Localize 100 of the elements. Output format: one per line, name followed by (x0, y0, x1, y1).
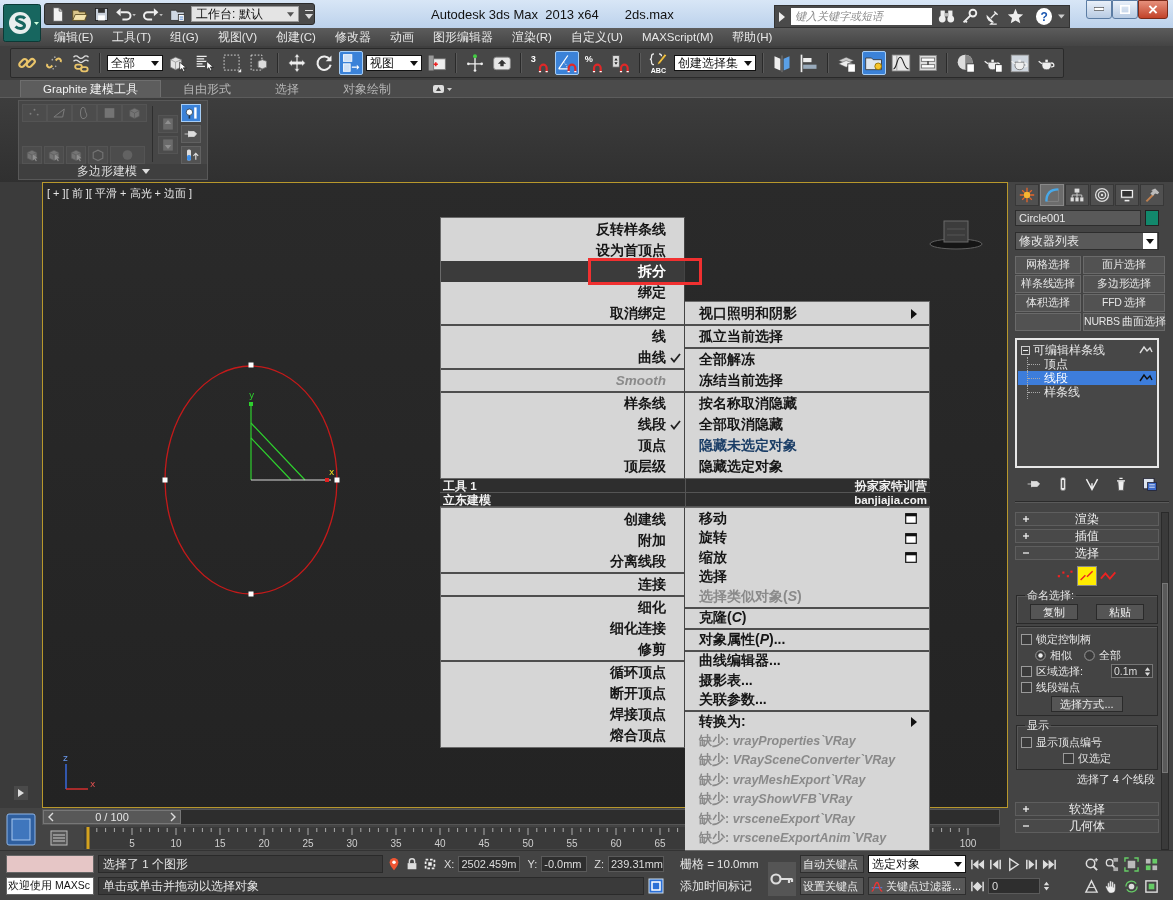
ribbon-toggle-icon[interactable] (433, 85, 454, 93)
menu-item[interactable]: 帮助(H) (732, 29, 773, 45)
modifier-button[interactable]: FFD 选择 (1083, 294, 1165, 312)
menu-item[interactable]: 动画 (389, 29, 414, 45)
vertex-marker[interactable] (248, 591, 254, 597)
set-key-button[interactable]: 设置关键点 (800, 877, 864, 895)
vertex-marker[interactable] (334, 477, 340, 483)
menu-item[interactable]: 线 (441, 326, 684, 347)
dialog-box-icon[interactable] (905, 532, 917, 544)
ribbon-tab[interactable]: Graphite 建模工具 (20, 80, 162, 97)
monitor-icon[interactable] (1115, 184, 1139, 206)
menu-item[interactable]: 冻结当前选择 (685, 370, 929, 391)
spinner-arrows-icon[interactable] (1144, 665, 1151, 677)
menu-item[interactable]: 全部取消隐藏 (685, 414, 929, 435)
hand-icon[interactable] (1104, 878, 1119, 894)
location-pin-icon[interactable] (387, 857, 401, 871)
menu-item[interactable]: 修剪 (441, 639, 684, 660)
menu-item[interactable]: 分离线段 (441, 551, 684, 572)
script-input-field[interactable] (6, 855, 94, 873)
star-icon[interactable] (1006, 8, 1024, 25)
key-filters-button[interactable]: 关键点过滤器... (868, 877, 966, 895)
menu-item[interactable]: 对象属性(P)... (685, 630, 929, 650)
checkbox[interactable] (1021, 681, 1032, 693)
collapse-box-icon[interactable] (1021, 345, 1030, 355)
scale-gizmo-drawing[interactable] (249, 402, 332, 482)
menu-item[interactable]: 修改器 (334, 29, 371, 45)
menu-item[interactable]: 按名称取消隐藏 (685, 393, 929, 414)
menu-item[interactable]: 断开顶点 (441, 683, 684, 704)
square-frame-icon[interactable] (648, 878, 664, 894)
modifier-button[interactable]: 面片选择 (1083, 256, 1165, 274)
modifier-button[interactable]: 样条线选择 (1015, 275, 1081, 293)
dropdown[interactable]: 创建选择集 (674, 55, 756, 71)
menu-item[interactable]: 视口照明和阴影 (685, 303, 929, 324)
menu-item[interactable]: 工具(T) (112, 29, 152, 45)
zoom-all-icon[interactable] (1104, 856, 1119, 872)
menu-item[interactable]: MAXScript(M) (641, 31, 714, 43)
pin-icon[interactable] (181, 125, 201, 143)
dialog-box-icon[interactable] (905, 552, 917, 564)
modifier-list-dropdown[interactable]: 修改器列表 (1015, 232, 1159, 250)
key-icon[interactable] (768, 861, 796, 896)
modifier-button[interactable]: 体积选择 (1015, 294, 1081, 312)
menu-item[interactable]: 曲线编辑器... (685, 651, 929, 671)
close-button[interactable] (1138, 0, 1168, 19)
current-frame-marker[interactable] (86, 827, 90, 849)
rollout-header[interactable]: 几何体 (1015, 819, 1159, 833)
orbit-icon[interactable] (1124, 878, 1139, 894)
app-logo-icon[interactable] (3, 4, 41, 42)
scrollbar-thumb[interactable] (1162, 583, 1168, 773)
menu-item[interactable]: 自定义(U) (570, 29, 623, 45)
configure-sets-icon[interactable] (1142, 476, 1159, 492)
play-icon[interactable] (1006, 856, 1021, 872)
ribbon-tab[interactable]: 自由形式 (161, 81, 254, 97)
menu-item[interactable]: 旋转 (685, 528, 929, 548)
menu-item[interactable]: 绑定 (441, 282, 684, 303)
field-of-view-icon[interactable] (1084, 878, 1099, 894)
test-tube-icon[interactable] (181, 146, 201, 164)
checkbox[interactable] (1021, 736, 1032, 748)
save-icon[interactable] (93, 5, 110, 23)
modifier-button[interactable]: NURBS 曲面选择 (1083, 313, 1165, 331)
menu-item[interactable]: 摄影表... (685, 671, 929, 691)
menu-item[interactable]: 循环顶点 (441, 662, 684, 683)
scale-boxes-icon[interactable] (339, 51, 363, 75)
sunburst-icon[interactable] (1015, 184, 1039, 206)
menu-item[interactable]: 曲线 (441, 347, 684, 368)
ribbon-group-title[interactable]: 多边形建模 (19, 164, 207, 179)
key-set-dropdown[interactable]: 选定对象 (868, 855, 966, 873)
move-arrows-icon[interactable] (285, 51, 309, 75)
menu-item[interactable]: 熔合顶点 (441, 725, 684, 746)
spinner-field[interactable]: 0.1m (1111, 664, 1153, 678)
menu-item[interactable]: 线段 (441, 414, 684, 435)
menu-item[interactable]: 创建(C) (276, 29, 316, 45)
angle-magnet-icon[interactable] (555, 51, 579, 75)
caret-icon[interactable] (304, 8, 314, 20)
object-name-field[interactable]: Circle001 (1015, 210, 1141, 226)
zoom-extents-all-icon[interactable] (1144, 856, 1159, 872)
dashed-square-icon[interactable] (423, 857, 437, 871)
minimize-button[interactable] (1086, 0, 1112, 19)
menu-item[interactable]: 连接 (441, 574, 684, 595)
menu-item[interactable]: 隐藏未选定对象 (685, 435, 929, 456)
stack-item[interactable]: 样条线 (1018, 385, 1156, 399)
coordinate-field[interactable]: 2502.459m (458, 856, 521, 872)
dropdown[interactable]: 全部 (107, 55, 163, 71)
segment-lines-icon[interactable] (1077, 566, 1097, 586)
menu-item[interactable]: 焊接顶点 (441, 704, 684, 725)
rollout-header[interactable]: 选择 (1015, 546, 1159, 560)
menu-item[interactable]: 创建线 (441, 509, 684, 530)
key-icon[interactable] (960, 8, 978, 25)
maximize-button[interactable] (1112, 0, 1138, 19)
ribbon-tab[interactable]: 对象绘制 (321, 81, 414, 97)
modifier-button[interactable]: 网格选择 (1015, 256, 1081, 274)
undo-icon[interactable] (115, 5, 137, 23)
hierarchy-icon[interactable] (1065, 184, 1089, 206)
menu-item[interactable]: 关联参数... (685, 690, 929, 710)
add-time-tag-link[interactable]: 添加时间标记 (680, 877, 764, 895)
menu-item[interactable]: 转换为: (685, 712, 929, 732)
time-slider-thumb[interactable]: 0 / 100 (43, 810, 181, 824)
rollout-header[interactable]: 插值 (1015, 529, 1159, 543)
chevron-left-icon[interactable] (48, 812, 54, 822)
menu-item[interactable]: 设为首顶点 (441, 240, 684, 261)
menu-item[interactable]: 移动 (685, 509, 929, 529)
